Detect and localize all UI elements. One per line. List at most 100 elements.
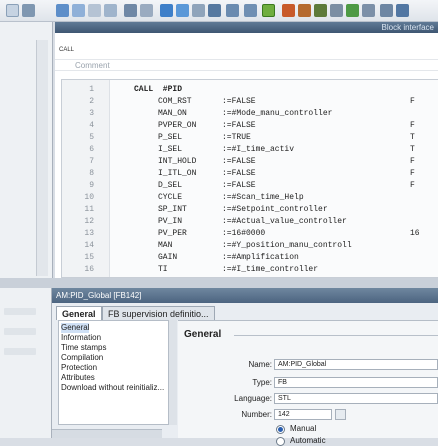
language-field[interactable]: STL xyxy=(274,393,438,404)
name-field[interactable]: AM:PID_Global xyxy=(274,359,438,370)
more-icon[interactable] xyxy=(396,4,409,17)
number-spin-icon[interactable] xyxy=(335,409,346,420)
code-line[interactable]: 7 INT_HOLD:=FALSE F xyxy=(62,156,438,167)
grid-icon[interactable] xyxy=(176,4,189,17)
current-value: F xyxy=(410,121,415,130)
current-value: F xyxy=(410,169,415,178)
type-field[interactable]: FB xyxy=(274,377,438,388)
line-number: 9 xyxy=(89,181,94,190)
nav-item-download[interactable]: Download without reinitializ... xyxy=(61,383,164,393)
line-number: 7 xyxy=(89,157,94,166)
code-line[interactable]: 16 TI:=#I_time_controller xyxy=(62,264,438,275)
nav-item-protection[interactable]: Protection xyxy=(61,363,97,373)
parameter-value: :=#Setpoint_controller xyxy=(222,205,328,214)
type-label: Type: xyxy=(252,378,272,387)
code-line[interactable]: 1 CALL #PID xyxy=(62,84,438,95)
automatic-radio[interactable] xyxy=(276,437,285,446)
minus-icon[interactable] xyxy=(192,4,205,17)
highlight-icon[interactable] xyxy=(262,4,275,17)
current-value: T xyxy=(410,133,415,142)
line-number: 4 xyxy=(89,121,94,130)
code-line[interactable]: 13 PV_PER:=16#0000 16 xyxy=(62,228,438,239)
tab-fb-supervision[interactable]: FB supervision definitio... xyxy=(102,306,215,320)
paste-icon[interactable] xyxy=(104,4,117,17)
step-icon[interactable] xyxy=(362,4,375,17)
nav-item-compilation[interactable]: Compilation xyxy=(61,353,103,363)
comment-label: Comment xyxy=(75,61,110,70)
tab-general[interactable]: General xyxy=(56,306,102,320)
block-interface-bar[interactable]: Block interface xyxy=(55,22,438,33)
parameter-name: I_SEL xyxy=(158,145,183,154)
delete-network-icon[interactable] xyxy=(140,4,153,17)
block-icon[interactable] xyxy=(56,4,69,17)
line-number: 13 xyxy=(84,229,94,238)
parameter-value: :=#Actual_value_controller xyxy=(222,217,347,226)
parameter-name: MAN xyxy=(158,241,173,250)
nav-item-attributes[interactable]: Attributes xyxy=(61,373,95,383)
collapse-icon[interactable] xyxy=(226,4,239,17)
line-number: 10 xyxy=(84,193,94,202)
copy-icon[interactable] xyxy=(88,4,101,17)
force-icon[interactable] xyxy=(346,4,359,17)
pane-splitter[interactable] xyxy=(0,278,438,288)
code-line[interactable]: 4 PVPER_ON:=FALSE F xyxy=(62,120,438,131)
expand-icon[interactable] xyxy=(208,4,221,17)
number-field[interactable]: 142 xyxy=(274,409,332,420)
line-number: 3 xyxy=(89,109,94,118)
current-value: T xyxy=(410,145,415,154)
code-line[interactable]: 6 I_SEL:=#I_time_activ T xyxy=(62,144,438,155)
parameter-value: :=#Mode_manu_controller xyxy=(222,109,333,118)
monitor-icon[interactable] xyxy=(282,4,295,17)
parameter-name: PV_IN xyxy=(158,217,183,226)
code-editor[interactable]: CALL Comment 1 CALL #PID 2 COM_RST:=FALSE F 3… xyxy=(55,33,438,278)
absolute-icon[interactable] xyxy=(244,4,257,17)
inspector-title: AM:PID_Global [FB142] xyxy=(52,288,438,303)
comment-field[interactable]: Comment xyxy=(55,59,438,71)
project-tree-scrollbar[interactable] xyxy=(36,40,48,276)
code-line[interactable]: 10 CYCLE:=#Scan_time_Help xyxy=(62,192,438,203)
current-value: F xyxy=(410,97,415,106)
list-icon[interactable] xyxy=(160,4,173,17)
parameter-name: TI xyxy=(158,265,168,274)
code-line[interactable]: 12 PV_IN:=#Actual_value_controller xyxy=(62,216,438,227)
code-line[interactable]: 3 MAN_ON :=#Mode_manu_controller xyxy=(62,108,438,119)
nav-icon[interactable] xyxy=(380,4,393,17)
code-line[interactable]: 2 COM_RST:=FALSE F xyxy=(62,96,438,107)
nav-item-information[interactable]: Information xyxy=(61,333,101,343)
line-number: 15 xyxy=(84,253,94,262)
insert-network-icon[interactable] xyxy=(124,4,137,17)
parameter-name: MAN_ON xyxy=(158,109,187,118)
network-icon[interactable] xyxy=(22,4,35,17)
parameter-name: PVPER_ON xyxy=(158,121,197,130)
code-line[interactable]: 14 MAN:=#Y_position_manu_controll xyxy=(62,240,438,251)
bookmark-icon[interactable] xyxy=(330,4,343,17)
nav-item-general[interactable]: General xyxy=(61,323,90,333)
compare-icon[interactable] xyxy=(72,4,85,17)
tag-icon[interactable] xyxy=(298,4,311,17)
parameter-name: COM_RST xyxy=(158,97,192,106)
nav-scrollbar[interactable] xyxy=(168,320,177,425)
parameter-value: :=FALSE xyxy=(222,97,256,106)
inspector-window: General FB supervision definitio... Gene… xyxy=(52,303,438,446)
nav-item-time-stamps[interactable]: Time stamps xyxy=(61,343,107,353)
current-value: 16 xyxy=(410,229,420,238)
code-line[interactable]: 5 P_SEL:=TRUE T xyxy=(62,132,438,143)
code-line[interactable]: 11 SP_INT:=#Setpoint_controller xyxy=(62,204,438,215)
code-line[interactable]: 9 D_SEL:=FALSE F xyxy=(62,180,438,191)
parameter-value: :=#I_time_controller xyxy=(222,265,319,274)
parameter-value: :=FALSE xyxy=(222,157,256,166)
section-heading: General xyxy=(184,329,222,340)
parameter-name: I_ITL_ON xyxy=(158,169,197,178)
general-section: General Name: AM:PID_Global Type: FB Lan… xyxy=(178,320,438,446)
line-number: 8 xyxy=(89,169,94,178)
current-value: F xyxy=(410,181,415,190)
parameter-value: :=#I_time_activ xyxy=(222,145,295,154)
manual-radio[interactable] xyxy=(276,425,285,434)
code-area[interactable]: 1 CALL #PID 2 COM_RST:=FALSE F 3 MAN_ON:=#Mode… xyxy=(61,79,438,278)
watch-icon[interactable] xyxy=(314,4,327,17)
window-icon[interactable] xyxy=(6,4,19,17)
code-line[interactable]: 15 GAIN:=#Amplification xyxy=(62,252,438,263)
parameter-value: :=16#0000 xyxy=(222,229,266,238)
horizontal-scrollbar[interactable] xyxy=(52,429,162,438)
code-line[interactable]: 8 I_ITL_ON:=FALSE F xyxy=(62,168,438,179)
